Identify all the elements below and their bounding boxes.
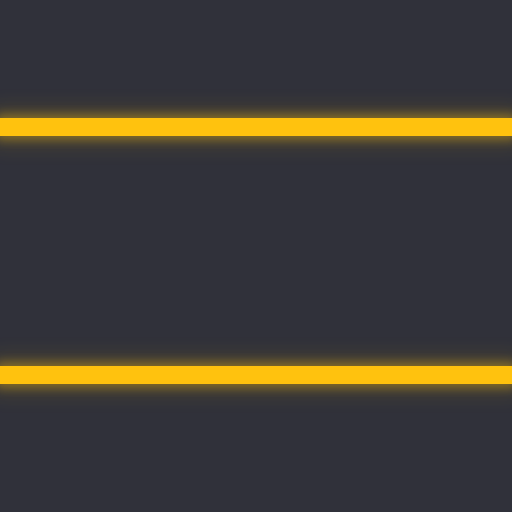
canvas-background xyxy=(0,0,512,512)
glow-line-top xyxy=(0,118,512,136)
glow-line-bottom xyxy=(0,366,512,384)
